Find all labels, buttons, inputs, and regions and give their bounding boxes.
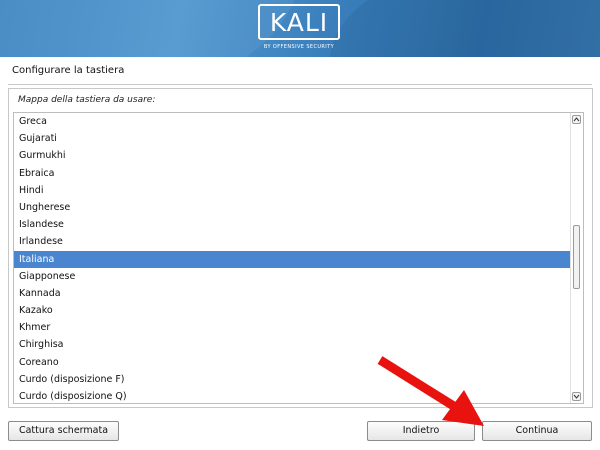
list-item[interactable]: Curdo (disposizione F)	[14, 371, 572, 388]
scroll-down-button[interactable]	[572, 392, 581, 401]
header-banner: KALI BY OFFENSIVE SECURITY	[0, 0, 600, 57]
chevron-up-icon	[573, 117, 580, 122]
chevron-down-icon	[573, 394, 580, 399]
list-item[interactable]: Gujarati	[14, 130, 572, 147]
list-item[interactable]: Kazako	[14, 302, 572, 319]
list-item[interactable]: Hindi	[14, 182, 572, 199]
list-item[interactable]: Coreano	[14, 354, 572, 371]
list-item[interactable]: Khmer	[14, 319, 572, 336]
page-title: Configurare la tastiera	[12, 65, 125, 76]
kali-logo: KALI	[258, 4, 340, 40]
keyboard-layout-list[interactable]: Greca Gujarati Gurmukhi Ebraica Hindi Unghere…	[13, 112, 584, 404]
list-item[interactable]: Curdo (disposizione Q)	[14, 388, 572, 403]
list-caption: Mappa della tastiera da usare:	[18, 95, 156, 105]
list-scrollbar[interactable]	[570, 113, 583, 403]
back-button[interactable]: Indietro	[367, 421, 475, 441]
list-item[interactable]: Kannada	[14, 285, 572, 302]
list-item[interactable]: Giapponese	[14, 268, 572, 285]
title-divider	[8, 84, 592, 85]
list-item[interactable]: Ebraica	[14, 165, 572, 182]
list-item[interactable]: Ungherese	[14, 199, 572, 216]
scroll-thumb[interactable]	[573, 225, 580, 289]
list-item[interactable]: Islandese	[14, 216, 572, 233]
installer-window: KALI BY OFFENSIVE SECURITY Configurare l…	[0, 0, 600, 450]
list-item[interactable]: Irlandese	[14, 233, 572, 250]
scroll-up-button[interactable]	[572, 115, 581, 124]
screenshot-button[interactable]: Cattura schermata	[8, 421, 119, 441]
banner-swoosh	[330, 0, 600, 57]
kali-logo-subtitle: BY OFFENSIVE SECURITY	[263, 44, 335, 50]
list-item[interactable]: Gurmukhi	[14, 147, 572, 164]
list-item-selected[interactable]: Italiana	[14, 250, 572, 268]
list-item[interactable]: Chirghisa	[14, 336, 572, 353]
list-items: Greca Gujarati Gurmukhi Ebraica Hindi Unghere…	[14, 113, 572, 403]
continue-button[interactable]: Continua	[482, 421, 592, 441]
list-item[interactable]: Greca	[14, 113, 572, 130]
